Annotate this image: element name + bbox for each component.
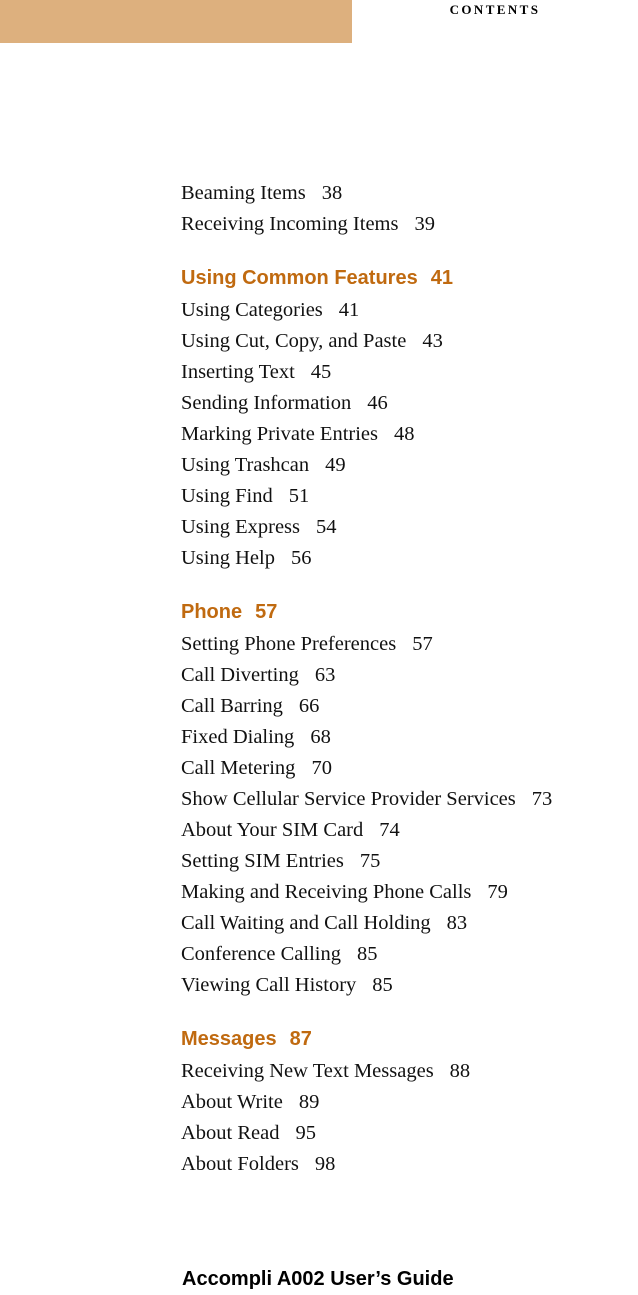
toc-entry[interactable]: Sending Information 46: [181, 388, 638, 419]
toc-entry[interactable]: About Folders 98: [181, 1149, 638, 1180]
toc-entry-title: Receiving New Text Messages: [181, 1060, 434, 1082]
toc-entry-title: Sending Information: [181, 392, 352, 414]
toc-entry[interactable]: Setting SIM Entries 75: [181, 846, 638, 877]
toc-entry[interactable]: Receiving New Text Messages 88: [181, 1056, 638, 1087]
toc-entry[interactable]: Using Trashcan 49: [181, 450, 638, 481]
toc-entry[interactable]: Using Cut, Copy, and Paste 43: [181, 326, 638, 357]
toc-entry[interactable]: Making and Receiving Phone Calls 79: [181, 877, 638, 908]
toc-section-heading-page: 41: [430, 267, 453, 289]
toc-entry[interactable]: Using Categories 41: [181, 295, 638, 326]
toc-entry-title: Receiving Incoming Items: [181, 213, 399, 235]
toc-entry[interactable]: Call Diverting 63: [181, 660, 638, 691]
toc-section: Using Common Features 41 Using Categories 4…: [181, 263, 638, 574]
toc-entry-page: 75: [359, 850, 381, 872]
toc-entry-page: 38: [321, 182, 343, 204]
toc-entry-page: 56: [290, 547, 312, 569]
toc-entry-page: 98: [314, 1153, 336, 1175]
toc-entry[interactable]: Call Metering 70: [181, 753, 638, 784]
toc-entry-page: 51: [288, 485, 310, 507]
toc-entry-title: Call Metering: [181, 757, 296, 779]
toc-entry-page: 66: [298, 695, 320, 717]
toc-section-heading-title: Phone: [181, 601, 243, 623]
toc-section: Phone 57 Setting Phone Preferences 57 Call D…: [181, 597, 638, 1001]
toc-entry-title: About Folders: [181, 1153, 299, 1175]
toc-entry-page: 74: [379, 819, 400, 841]
toc-entry-page: 79: [487, 881, 508, 903]
toc-entry[interactable]: Show Cellular Service Provider Services 7…: [181, 784, 638, 815]
toc-section-heading-page: 57: [255, 601, 278, 623]
toc-entry[interactable]: Inserting Text 45: [181, 357, 638, 388]
toc-entry-page: 57: [412, 633, 433, 655]
toc-entry[interactable]: Call Waiting and Call Holding 83: [181, 908, 638, 939]
toc-entry[interactable]: Viewing Call History 85: [181, 970, 638, 1001]
toc-entry-page: 63: [314, 664, 336, 686]
toc-entry-page: 54: [316, 516, 337, 538]
toc-entry[interactable]: Call Barring 66: [181, 691, 638, 722]
toc-section-heading[interactable]: Using Common Features 41: [181, 263, 638, 293]
toc-entry[interactable]: Beaming Items 38: [181, 178, 638, 209]
toc-entry[interactable]: Using Find 51: [181, 481, 638, 512]
toc-section-heading[interactable]: Phone 57: [181, 597, 638, 627]
toc-entry-page: 88: [449, 1060, 471, 1082]
toc-entry-page: 45: [310, 361, 332, 383]
toc-entry-page: 73: [531, 788, 553, 810]
toc-entry-page: 85: [356, 943, 378, 965]
toc-entry-page: 48: [393, 423, 415, 445]
toc-section: Beaming Items 38 Receiving Incoming Items 3…: [181, 178, 638, 240]
toc-entry-title: Fixed Dialing: [181, 726, 295, 748]
toc-entry-title: Setting SIM Entries: [181, 850, 344, 872]
toc-entry-title: Using Categories: [181, 299, 323, 321]
toc-entry-page: 70: [311, 757, 332, 779]
toc-entry[interactable]: Receiving Incoming Items 39: [181, 209, 638, 240]
toc-entry-title: Viewing Call History: [181, 974, 357, 996]
header-color-band: [0, 0, 352, 43]
toc-entry-title: About Read: [181, 1122, 280, 1144]
table-of-contents: Beaming Items 38 Receiving Incoming Items 3…: [181, 178, 638, 1180]
toc-entry[interactable]: Fixed Dialing 68: [181, 722, 638, 753]
toc-entry[interactable]: About Read 95: [181, 1118, 638, 1149]
toc-entry[interactable]: Conference Calling 85: [181, 939, 638, 970]
toc-entry-title: About Write: [181, 1091, 283, 1113]
footer-document-title: Accompli A002 User’s Guide: [182, 1268, 454, 1290]
running-head-contents: CONTENTS: [449, 2, 541, 17]
toc-entry-page: 43: [422, 330, 443, 352]
toc-entry-page: 95: [295, 1122, 317, 1144]
toc-entry-title: Marking Private Entries: [181, 423, 378, 445]
toc-entry-title: Call Barring: [181, 695, 283, 717]
toc-entry[interactable]: About Write 89: [181, 1087, 638, 1118]
toc-entry-title: Inserting Text: [181, 361, 295, 383]
toc-section-heading[interactable]: Messages 87: [181, 1024, 638, 1054]
toc-entry-title: Call Waiting and Call Holding: [181, 912, 431, 934]
toc-entry-title: Call Diverting: [181, 664, 299, 686]
toc-entry-title: Using Help: [181, 547, 275, 569]
toc-entry-page: 89: [298, 1091, 320, 1113]
toc-entry-page: 46: [367, 392, 388, 414]
toc-entry-page: 85: [372, 974, 393, 996]
toc-entry[interactable]: Using Help 56: [181, 543, 638, 574]
toc-section-heading-title: Messages: [181, 1028, 277, 1050]
toc-entry-title: Using Trashcan: [181, 454, 310, 476]
toc-entry-title: Using Express: [181, 516, 301, 538]
toc-entry-title: Setting Phone Preferences: [181, 633, 397, 655]
toc-entry-page: 41: [338, 299, 360, 321]
toc-entry[interactable]: Marking Private Entries 48: [181, 419, 638, 450]
toc-entry-title: Beaming Items: [181, 182, 306, 204]
toc-entry-page: 68: [310, 726, 331, 748]
toc-entry-title: About Your SIM Card: [181, 819, 364, 841]
toc-entry-page: 39: [414, 213, 435, 235]
toc-section-heading-title: Using Common Features: [181, 267, 418, 289]
toc-entry-page: 49: [325, 454, 346, 476]
toc-entry-title: Making and Receiving Phone Calls: [181, 881, 472, 903]
toc-entry[interactable]: Setting Phone Preferences 57: [181, 629, 638, 660]
toc-entry-title: Using Cut, Copy, and Paste: [181, 330, 407, 352]
toc-section-heading-page: 87: [289, 1028, 312, 1050]
toc-section: Messages 87 Receiving New Text Messages 88 A…: [181, 1024, 638, 1180]
toc-entry-title: Show Cellular Service Provider Services: [181, 788, 516, 810]
toc-entry[interactable]: About Your SIM Card 74: [181, 815, 638, 846]
toc-entry-title: Using Find: [181, 485, 273, 507]
toc-entry-title: Conference Calling: [181, 943, 341, 965]
toc-entry[interactable]: Using Express 54: [181, 512, 638, 543]
toc-entry-page: 83: [446, 912, 468, 934]
